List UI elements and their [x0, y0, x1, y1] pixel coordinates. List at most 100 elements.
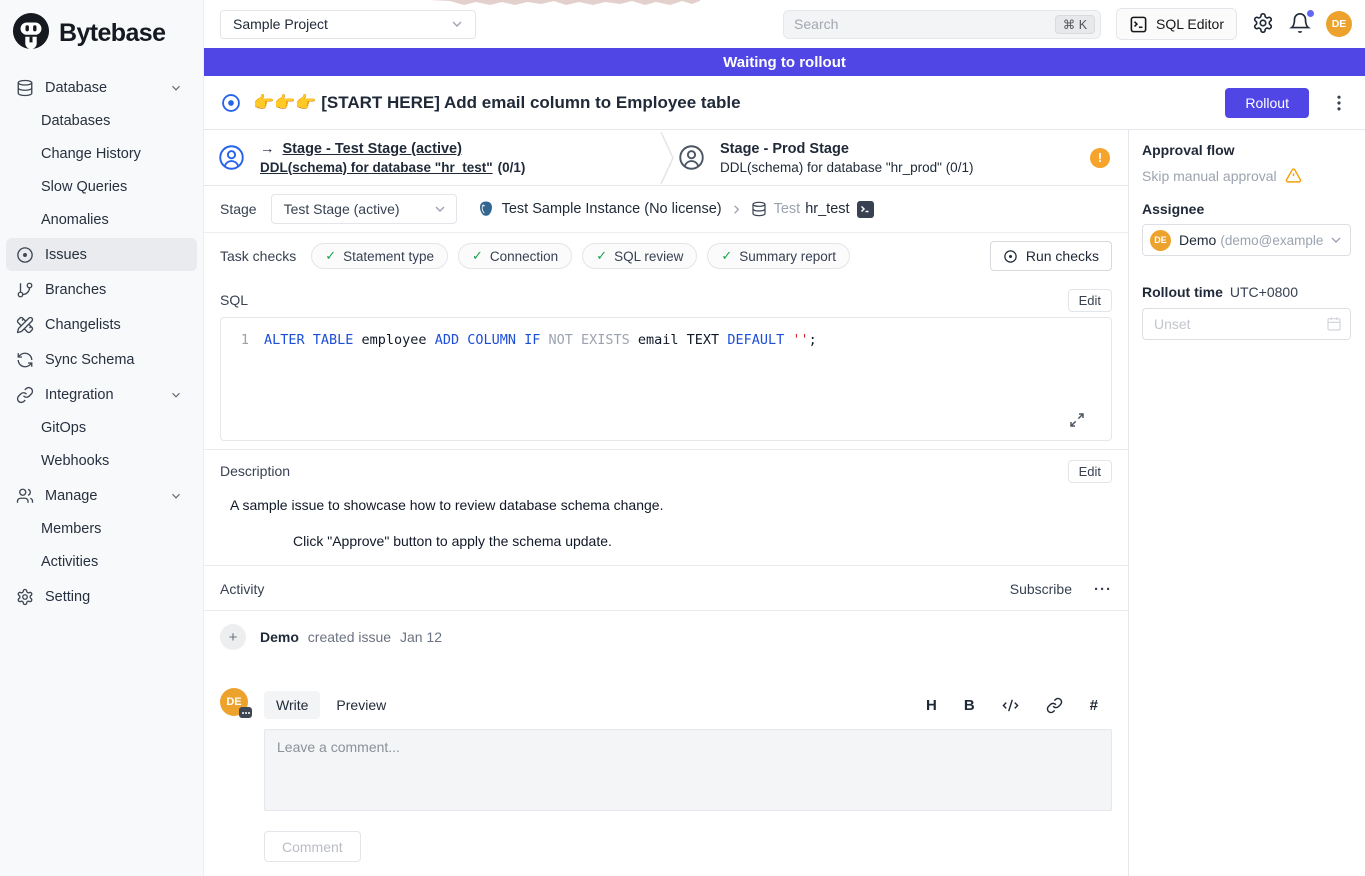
sql-section-header: SQL Edit [204, 287, 1128, 313]
check-pill-sql-review[interactable]: ✓SQL review [582, 243, 697, 269]
assignee-select[interactable]: DE Demo (demo@example [1142, 224, 1351, 256]
open-sql-editor-icon[interactable] [857, 201, 874, 218]
link-icon [16, 386, 34, 404]
rollout-time-field [1142, 308, 1351, 340]
link-button[interactable] [1046, 697, 1063, 714]
tab-write[interactable]: Write [264, 691, 320, 719]
check-icon: ✓ [472, 248, 483, 264]
postgresql-icon [477, 200, 495, 218]
sidebar-item-anomalies[interactable]: Anomalies [6, 203, 197, 236]
bytebase-app: Bytebase Database Databases Change Histo… [0, 0, 1365, 876]
sql-editor-button[interactable]: SQL Editor [1116, 8, 1237, 40]
environment-label: Test [774, 201, 801, 217]
stage-card-prod[interactable]: Stage - Prod Stage DDL(schema) for datab… [678, 130, 1128, 185]
expand-icon[interactable] [1069, 412, 1085, 428]
brand-logo[interactable]: Bytebase [0, 0, 203, 65]
sql-code-block[interactable]: 1 ALTER TABLE employee ADD COLUMN IF NOT… [220, 317, 1112, 441]
section-divider [204, 449, 1128, 450]
activity-date: Jan 12 [400, 629, 442, 645]
run-checks-icon [1003, 249, 1018, 264]
gear-icon [16, 588, 34, 606]
sidebar-item-changelists[interactable]: Changelists [6, 308, 197, 341]
sidebar-item-slow-queries[interactable]: Slow Queries [6, 170, 197, 203]
run-checks-button[interactable]: Run checks [990, 241, 1112, 271]
tab-preview[interactable]: Preview [324, 691, 398, 719]
check-icon: ✓ [325, 248, 336, 264]
stage-task-link[interactable]: DDL(schema) for database "hr_test" [260, 160, 493, 175]
sidebar-item-setting[interactable]: Setting [6, 580, 197, 613]
project-selector[interactable]: Sample Project [220, 10, 476, 39]
search-box[interactable]: ⌘ K [783, 10, 1101, 39]
rollout-time-title: Rollout time [1142, 284, 1223, 300]
description-section-title: Description [220, 463, 290, 479]
git-branch-icon [16, 281, 34, 299]
comment-submit-button[interactable]: Comment [264, 831, 361, 862]
bytebase-logo-icon [12, 12, 50, 55]
sidebar: Bytebase Database Databases Change Histo… [0, 0, 204, 876]
sql-edit-button[interactable]: Edit [1068, 289, 1112, 312]
check-pill-summary-report[interactable]: ✓Summary report [707, 243, 850, 269]
settings-button[interactable] [1252, 12, 1276, 36]
rollout-time-header: Rollout time UTC+0800 [1142, 284, 1351, 300]
sidebar-item-databases[interactable]: Databases [6, 104, 197, 137]
description-edit-button[interactable]: Edit [1068, 460, 1112, 483]
rollout-time-input[interactable] [1142, 308, 1351, 340]
changelist-icon [16, 316, 34, 334]
stage-separator-chevron [660, 132, 674, 184]
assignee-stage-icon [218, 144, 245, 171]
more-actions-button[interactable] [1329, 93, 1349, 113]
sidebar-item-members[interactable]: Members [6, 512, 197, 545]
rollout-button[interactable]: Rollout [1225, 88, 1309, 118]
stage-select[interactable]: Test Stage (active) [271, 194, 457, 224]
line-number: 1 [231, 330, 249, 350]
sidebar-item-change-history[interactable]: Change History [6, 137, 197, 170]
issue-header: 👉👉👉 [START HERE] Add email column to Emp… [204, 76, 1365, 130]
stage-title-link[interactable]: Stage - Test Stage (active) [283, 141, 462, 157]
sidebar-item-database[interactable]: Database [6, 71, 197, 104]
warning-triangle-icon [1285, 167, 1302, 184]
subscribe-button[interactable]: Subscribe [1010, 581, 1072, 597]
comment-editor: DE Write Preview H B # Comment [220, 688, 1112, 862]
users-icon [16, 487, 34, 505]
brand-name: Bytebase [59, 19, 165, 48]
instance-link[interactable]: Test Sample Instance (No license) [502, 201, 722, 217]
sidebar-item-issues[interactable]: Issues [6, 238, 197, 271]
bold-button[interactable]: B [964, 698, 975, 713]
issue-sidebar: Approval flow Skip manual approval Assig… [1128, 130, 1365, 876]
stage-card-test[interactable]: →Stage - Test Stage (active) DDL(schema)… [204, 130, 660, 185]
search-input[interactable] [784, 16, 1055, 32]
sidebar-nav: Database Databases Change History Slow Q… [0, 65, 203, 613]
circle-dot-icon [16, 246, 34, 264]
hash-button[interactable]: # [1090, 698, 1098, 713]
sidebar-item-integration[interactable]: Integration [6, 378, 197, 411]
comment-input[interactable] [264, 729, 1112, 811]
stage-task: DDL(schema) for database "hr_prod" (0/1) [720, 160, 973, 175]
sidebar-item-manage[interactable]: Manage [6, 479, 197, 512]
sidebar-item-webhooks[interactable]: Webhooks [6, 444, 197, 477]
sidebar-item-gitops[interactable]: GitOps [6, 411, 197, 444]
chat-badge-icon [239, 707, 252, 718]
sidebar-item-activities[interactable]: Activities [6, 545, 197, 578]
heading-button[interactable]: H [926, 698, 937, 713]
check-icon: ✓ [596, 248, 607, 264]
sidebar-item-branches[interactable]: Branches [6, 273, 197, 306]
user-avatar[interactable]: DE [1326, 11, 1352, 37]
editor-tabs: Write Preview H B # [264, 688, 1112, 722]
check-pill-connection[interactable]: ✓Connection [458, 243, 572, 269]
topbar: Sample Project ⌘ K SQL Editor DE [204, 0, 1365, 48]
assignee-stage-icon [678, 144, 705, 171]
description-line: A sample issue to showcase how to review… [214, 497, 1128, 513]
sidebar-item-label: Database [45, 80, 107, 96]
activity-divider [204, 610, 1128, 611]
sidebar-item-sync-schema[interactable]: Sync Schema [6, 343, 197, 376]
gear-icon [1252, 12, 1274, 34]
notifications-button[interactable] [1289, 12, 1313, 36]
check-pill-statement-type[interactable]: ✓Statement type [311, 243, 448, 269]
rollout-timezone: UTC+0800 [1230, 284, 1298, 300]
code-button[interactable] [1002, 697, 1019, 714]
database-link[interactable]: hr_test [805, 201, 849, 217]
activity-more-button[interactable]: ··· [1094, 581, 1112, 598]
warning-circle-icon: ! [1090, 148, 1110, 168]
assignee-avatar: DE [1150, 230, 1171, 251]
approval-flow-value-row: Skip manual approval [1142, 167, 1351, 184]
